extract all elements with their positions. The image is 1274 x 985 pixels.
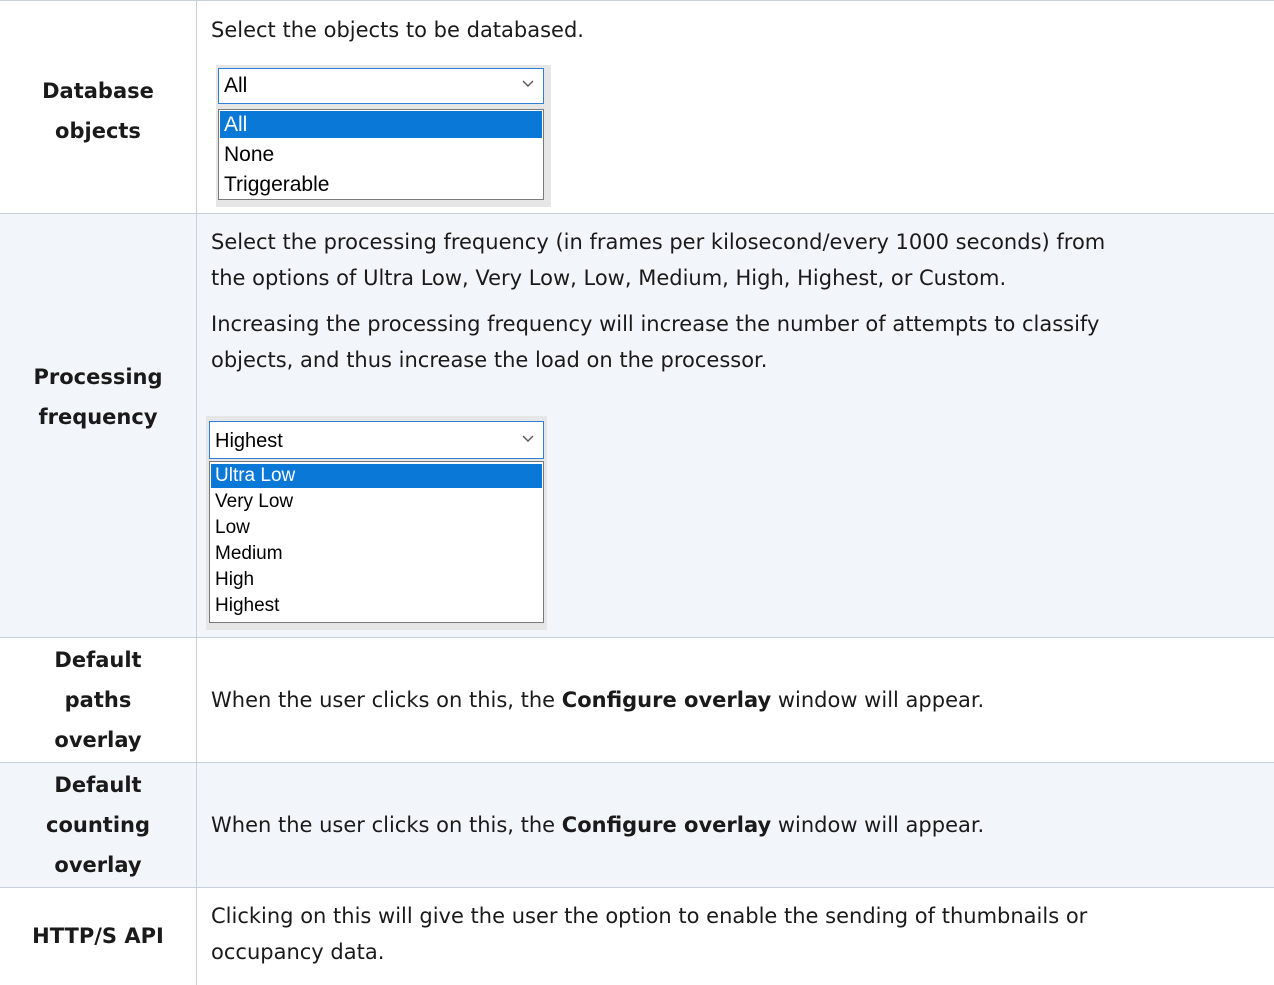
dropdown-list: All None Triggerable (218, 109, 544, 200)
label-default-counting-overlay: Default counting overlay (0, 765, 196, 885)
dropdown-list: Ultra Low Very Low Low Medium High Highe… (209, 461, 544, 623)
dropdown-option[interactable]: Very Low (211, 490, 542, 514)
text-segment: When the user clicks on this, the (211, 688, 562, 712)
text-line: Select the processing frequency (in fram… (211, 230, 1106, 254)
description-default-counting-overlay: When the user clicks on this, the Config… (211, 807, 1266, 843)
row-http-api: HTTP/S API Clicking on this will give th… (0, 888, 1274, 985)
label-http-api: HTTP/S API (32, 924, 164, 948)
dropdown-option[interactable]: Ultra Low (211, 464, 542, 488)
label-line: Processing (33, 365, 163, 389)
label-processing-frequency: Processing frequency (0, 357, 196, 437)
text-line: objects, and thus increase the load on t… (211, 348, 768, 372)
dropdown-option[interactable]: None (220, 141, 542, 168)
dropdown-option[interactable]: Medium (211, 542, 542, 566)
dropdown-option[interactable]: Highest (211, 594, 542, 618)
chevron-down-icon[interactable] (521, 77, 535, 96)
text-line: occupancy data. (211, 940, 385, 964)
text-line: the options of Ultra Low, Very Low, Low,… (211, 266, 1007, 290)
dropdown-option[interactable]: All (220, 111, 542, 138)
row-database-objects: Database objects Select the objects to b… (0, 1, 1274, 213)
row-default-paths-overlay: Default paths overlay When the user clic… (0, 638, 1274, 762)
dropdown-field[interactable]: Highest (209, 421, 544, 459)
dropdown-option[interactable]: High (211, 568, 542, 592)
description-http-api: Clicking on this will give the user the … (211, 898, 1266, 970)
chevron-down-icon[interactable] (521, 432, 535, 451)
label-line: Database (42, 79, 154, 103)
configure-overlay-reference: Configure overlay (561, 688, 772, 712)
column-divider (196, 0, 197, 985)
text-segment: When the user clicks on this, the (211, 813, 562, 837)
description-default-paths-overlay: When the user clicks on this, the Config… (211, 682, 1266, 718)
row-processing-frequency: Processing frequency Select the processi… (0, 214, 1274, 637)
label-line: frequency (38, 405, 158, 429)
configure-overlay-reference: Configure overlay (561, 813, 772, 837)
dropdown-value: Highest (215, 430, 283, 452)
label-database-objects: Database objects (0, 71, 196, 151)
label-line: overlay (54, 728, 142, 752)
text-segment: window will appear. (771, 813, 985, 837)
text-segment: window will appear. (771, 688, 985, 712)
label-line: Default (54, 648, 142, 672)
dropdown-value: All (224, 74, 248, 97)
description-processing-frequency: Select the processing frequency (in fram… (211, 224, 1266, 378)
label-default-paths-overlay: Default paths overlay (0, 640, 196, 760)
label-line: overlay (54, 853, 142, 877)
label-line: Default (54, 773, 142, 797)
description-database-objects: Select the objects to be databased. (211, 18, 584, 42)
dropdown-field[interactable]: All (218, 68, 544, 104)
label-line: paths (64, 688, 132, 712)
label-line: counting (46, 813, 150, 837)
label-line: objects (55, 119, 141, 143)
text-line: Increasing the processing frequency will… (211, 312, 1100, 336)
dropdown-option[interactable]: Low (211, 516, 542, 540)
row-default-counting-overlay: Default counting overlay When the user c… (0, 763, 1274, 887)
dropdown-option[interactable]: Triggerable (220, 171, 542, 198)
text-line: Clicking on this will give the user the … (211, 904, 1088, 928)
